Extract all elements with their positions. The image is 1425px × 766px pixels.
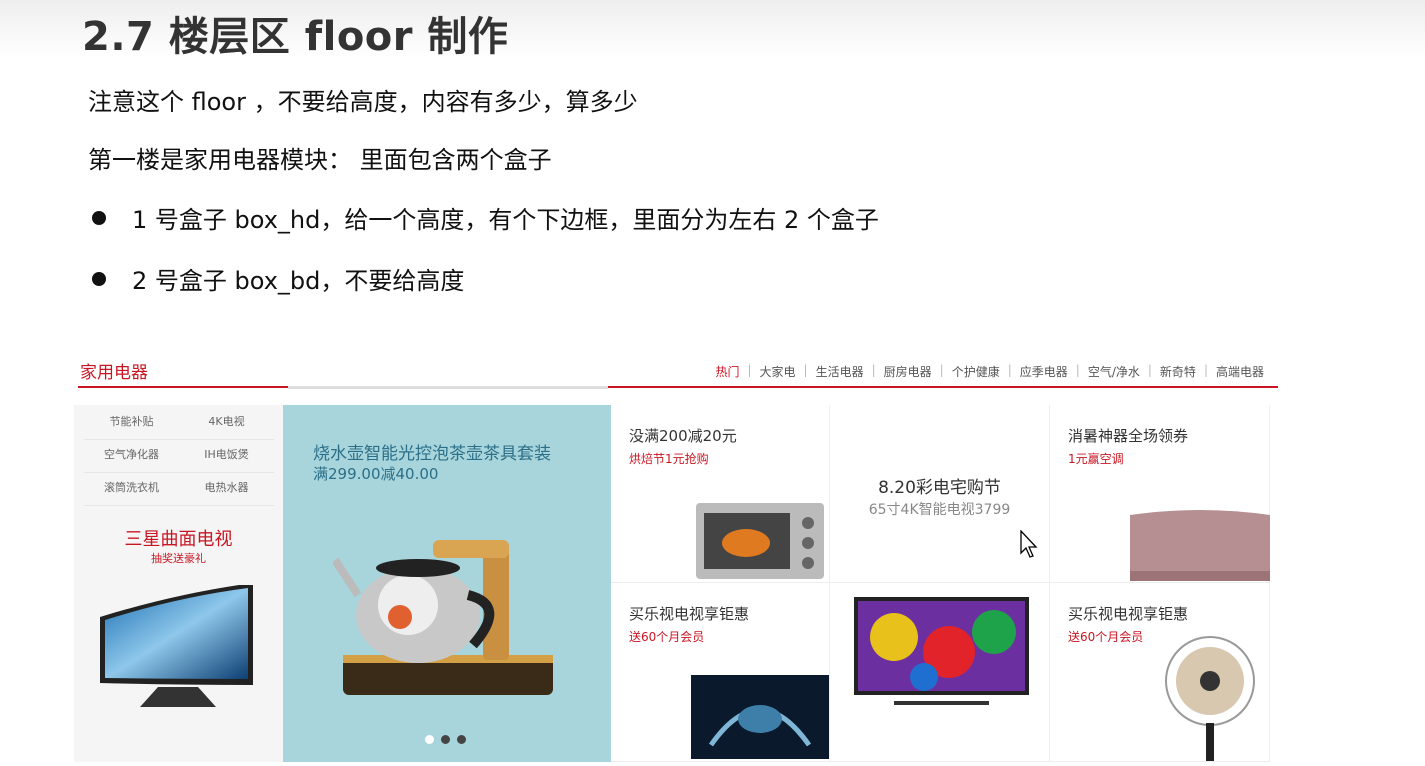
air-conditioner-image: [1130, 510, 1270, 581]
quick-link[interactable]: 电热水器: [179, 473, 274, 506]
kettle-image[interactable]: [333, 505, 563, 715]
quick-link[interactable]: 空气净化器: [84, 440, 179, 473]
carousel-dots: [425, 735, 466, 744]
product-cell[interactable]: 买乐视电视享钜惠 送60个月会员: [1050, 583, 1270, 762]
cell-title: 没满200减20元: [629, 427, 737, 445]
bullet-item: 2 号盒子 box_bd，不要给高度: [88, 261, 464, 296]
product-cell[interactable]: [830, 583, 1050, 762]
product-cell[interactable]: 消暑神器全场领券 1元赢空调: [1050, 405, 1270, 583]
cell-subtitle: 送60个月会员: [1068, 630, 1144, 644]
tab-large-appliance[interactable]: 大家电: [752, 363, 804, 380]
cell-title: 买乐视电视享钜惠: [1068, 605, 1189, 623]
note-first-floor: 第一楼是家用电器模块： 里面包含两个盒子: [88, 146, 552, 174]
floor-col-left: 节能补贴 4K电视 空气净化器 IH电饭煲 滚筒洗衣机 电热水器 三星曲面电视 …: [74, 405, 283, 762]
product-cell[interactable]: 买乐视电视享钜惠 送60个月会员: [611, 583, 830, 762]
tab-kitchen[interactable]: 厨房电器: [876, 363, 940, 380]
floor-body-box-bd: 节能补贴 4K电视 空气净化器 IH电饭煲 滚筒洗衣机 电热水器 三星曲面电视 …: [74, 405, 1280, 762]
quick-link[interactable]: 滚筒洗衣机: [84, 473, 179, 506]
quick-link[interactable]: IH电饭煲: [179, 440, 274, 473]
quick-link[interactable]: 4K电视: [179, 407, 274, 440]
cell-title: 消暑神器全场领券: [1068, 427, 1189, 445]
cell-title: 8.20彩电宅购节: [878, 478, 1001, 498]
floor-tabs: 热门 | 大家电 | 生活电器 | 厨房电器 | 个护健康 | 应季电器 | 空气/净水 | …: [707, 363, 1272, 380]
note-floor-height: 注意这个 floor ，不要给高度，内容有多少，算多少: [88, 88, 638, 116]
tab-air-water[interactable]: 空气/净水: [1080, 363, 1148, 380]
header-scrollbar: [288, 386, 608, 389]
cell-subtitle: 送60个月会员: [629, 630, 705, 644]
promo-subtitle: 抽奖送豪礼: [151, 552, 206, 565]
cell-subtitle: 65寸4K智能电视3799: [868, 502, 1011, 518]
curved-tv-image[interactable]: [98, 585, 258, 720]
floor-demo: 家用电器 热门 | 大家电 | 生活电器 | 厨房电器 | 个护健康 | 应季电器 | 空气…: [74, 350, 1280, 762]
floor-col-carousel: 烧水壶智能光控泡茶壶茶具套装 满299.00减40.00: [283, 405, 611, 762]
carousel-title[interactable]: 烧水壶智能光控泡茶壶茶具套装: [313, 439, 551, 464]
quick-links: 节能补贴 4K电视 空气净化器 IH电饭煲 滚筒洗衣机 电热水器: [84, 407, 274, 506]
mouse-cursor-icon: [1020, 530, 1038, 558]
floor-product-grid: 没满200减20元 烘焙节1元抢购 8.20彩电宅购节 65寸4K智能电视379…: [611, 405, 1280, 762]
floor-header-box-hd: 家用电器 热门 | 大家电 | 生活电器 | 厨房电器 | 个护健康 | 应季电器 | 空气…: [78, 350, 1278, 388]
fan-image: [1165, 636, 1255, 761]
carousel-dot[interactable]: [441, 735, 450, 744]
product-cell[interactable]: 没满200减20元 烘焙节1元抢购: [611, 405, 830, 583]
tab-seasonal[interactable]: 应季电器: [1012, 363, 1076, 380]
letv-tv-image: [691, 675, 829, 759]
cell-title: 买乐视电视享钜惠: [629, 605, 750, 623]
product-cell[interactable]: 8.20彩电宅购节 65寸4K智能电视3799: [830, 405, 1050, 583]
bullet-text: 2 号盒子 box_bd，不要给高度: [132, 267, 465, 295]
bullet-dot-icon: [92, 271, 106, 286]
oven-image: [696, 503, 824, 579]
colorful-tv-image: [854, 597, 1029, 705]
cell-subtitle: 1元赢空调: [1068, 452, 1124, 466]
tab-life-appliance[interactable]: 生活电器: [808, 363, 872, 380]
quick-link[interactable]: 节能补贴: [84, 407, 179, 440]
bullet-text: 1 号盒子 box_hd，给一个高度，有个下边框，里面分为左右 2 个盒子: [132, 206, 879, 234]
tab-health[interactable]: 个护健康: [944, 363, 1008, 380]
slide-title: 2.7 楼层区 floor 制作: [82, 14, 509, 60]
promo-title[interactable]: 三星曲面电视: [74, 525, 283, 551]
floor-title: 家用电器: [80, 363, 148, 383]
tab-novelty[interactable]: 新奇特: [1152, 363, 1204, 380]
bullet-dot-icon: [92, 210, 106, 225]
cell-subtitle: 烘焙节1元抢购: [629, 452, 709, 466]
carousel-dot[interactable]: [425, 735, 434, 744]
bullet-item: 1 号盒子 box_hd，给一个高度，有个下边框，里面分为左右 2 个盒子: [88, 200, 879, 235]
carousel-subtitle: 满299.00减40.00: [313, 465, 439, 483]
tab-high-end[interactable]: 高端电器: [1208, 363, 1272, 380]
tab-hot[interactable]: 热门: [707, 363, 747, 380]
carousel-dot[interactable]: [457, 735, 466, 744]
